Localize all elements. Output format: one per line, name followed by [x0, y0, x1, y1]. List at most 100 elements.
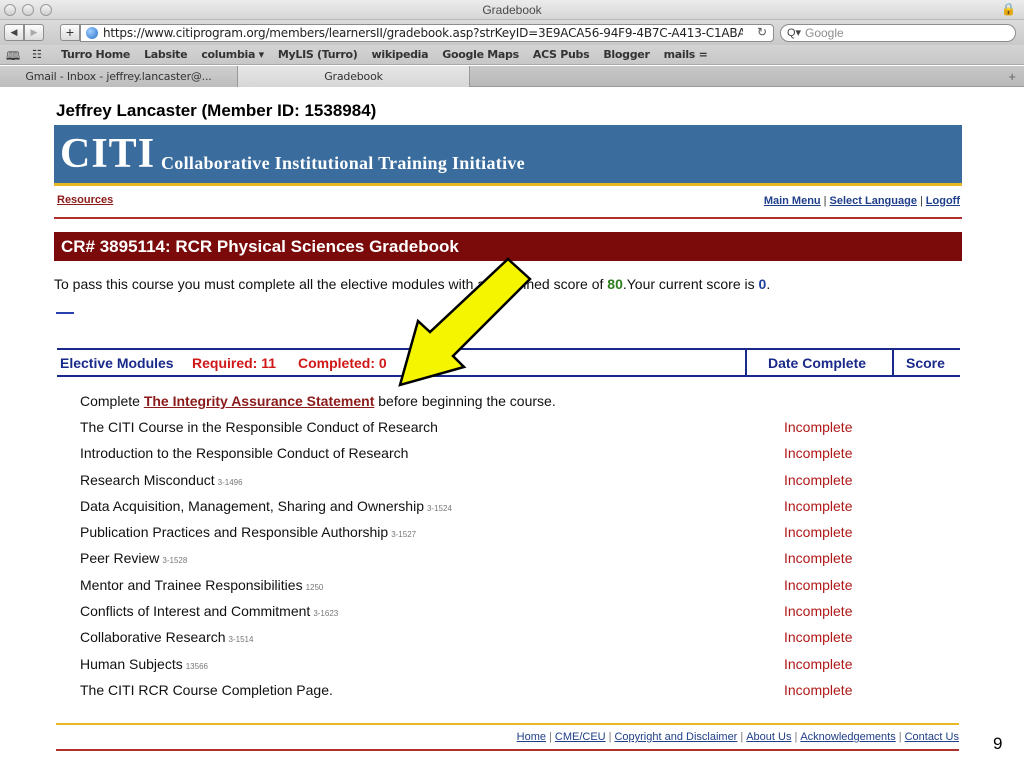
bookmark-item[interactable]: Blogger [603, 48, 650, 61]
module-title[interactable]: The CITI RCR Course Completion Page. [80, 682, 333, 698]
footer-cme-link[interactable]: CME/CEU [555, 731, 606, 743]
module-row[interactable]: Human Subjects 13566 Incomplete [80, 656, 880, 682]
footer-separator: | [898, 731, 902, 743]
module-row[interactable]: Conflicts of Interest and Commitment 3-16… [80, 603, 880, 629]
footer-divider-bottom [56, 749, 959, 751]
module-status: Incomplete [784, 445, 853, 462]
module-name[interactable]: The CITI RCR Course Completion Page. [80, 682, 336, 698]
footer-separator: | [608, 731, 612, 743]
module-title[interactable]: Human Subjects [80, 656, 183, 672]
nav-separator: | [919, 195, 923, 207]
module-row[interactable]: Collaborative Research 3-1514 Incomplete [80, 629, 880, 655]
bookmark-item[interactable]: Labsite [144, 48, 188, 61]
bookmarks-list: Turro Home Labsite columbia ▾ MyLIS (Tur… [61, 48, 722, 61]
back-arrow-icon: ◀ [10, 27, 18, 37]
collapse-link[interactable] [56, 312, 74, 314]
address-bar[interactable]: https://www.citiprogram.org/members/lear… [80, 24, 774, 42]
globe-icon [86, 27, 98, 39]
module-name[interactable]: The CITI Course in the Responsible Condu… [80, 419, 441, 435]
bookmark-item[interactable]: Turro Home [61, 48, 130, 61]
module-title[interactable]: Data Acquisition, Management, Sharing an… [80, 498, 424, 514]
required-score: 80 [607, 276, 623, 292]
column-divider [745, 350, 747, 375]
module-title[interactable]: Conflicts of Interest and Commitment [80, 603, 310, 619]
logoff-link[interactable]: Logoff [926, 195, 960, 207]
tab-gmail[interactable]: Gmail - Inbox - jeffrey.lancaster@... [0, 66, 238, 87]
module-name[interactable]: Research Misconduct 3-1496 [80, 472, 243, 488]
slide-number: 9 [993, 734, 1003, 753]
footer-contact-link[interactable]: Contact Us [905, 731, 959, 743]
window-title: Gradebook [482, 3, 542, 17]
module-id: 13566 [185, 661, 208, 671]
module-name[interactable]: Mentor and Trainee Responsibilities 1250 [80, 577, 323, 593]
reload-icon[interactable]: ↻ [757, 25, 767, 39]
book-icon[interactable]: 🕮 [6, 47, 20, 68]
module-status: Incomplete [784, 497, 853, 514]
citi-logo-subtitle: Collaborative Institutional Training Ini… [161, 153, 525, 173]
module-row[interactable]: The CITI Course in the Responsible Condu… [80, 419, 880, 445]
module-name[interactable]: Peer Review 3-1528 [80, 550, 187, 566]
module-name[interactable]: Conflicts of Interest and Commitment 3-16… [80, 603, 338, 619]
module-row[interactable]: Research Misconduct 3-1496 Incomplete [80, 472, 880, 498]
module-row[interactable]: Mentor and Trainee Responsibilities 1250 … [80, 577, 880, 603]
footer-separator: | [740, 731, 744, 743]
module-id: 1250 [305, 582, 324, 592]
top-nav: Main Menu | Select Language | Logoff [764, 195, 960, 207]
banner-divider [54, 183, 962, 186]
module-title[interactable]: Peer Review [80, 550, 159, 566]
back-button[interactable]: ◀ [4, 24, 24, 41]
module-title[interactable]: The CITI Course in the Responsible Condu… [80, 419, 438, 435]
footer-copyright-link[interactable]: Copyright and Disclaimer [614, 731, 737, 743]
module-status: Incomplete [784, 576, 853, 593]
bookmark-item[interactable]: mails = [664, 48, 708, 61]
module-title[interactable]: Research Misconduct [80, 472, 215, 488]
lock-icon: 🔒 [1001, 2, 1016, 16]
bookmark-item[interactable]: MyLIS (Turro) [278, 48, 358, 61]
footer-separator: | [794, 731, 798, 743]
module-name[interactable]: Publication Practices and Responsible Au… [80, 524, 416, 540]
bookmark-item[interactable]: Google Maps [442, 48, 519, 61]
integrity-assurance-link[interactable]: The Integrity Assurance Statement [144, 393, 375, 409]
module-name[interactable]: Introduction to the Responsible Conduct … [80, 445, 411, 461]
module-id: 3-1496 [217, 477, 243, 487]
module-row[interactable]: The CITI RCR Course Completion Page. Inc… [80, 682, 880, 708]
module-name[interactable]: Collaborative Research 3-1514 [80, 629, 253, 645]
module-status: Incomplete [784, 419, 853, 435]
gradebook-title: CR# 3895114: RCR Physical Sciences Grade… [61, 237, 459, 256]
required-count: Required: 11 [192, 355, 277, 371]
new-tab-plus-icon[interactable]: + [1008, 69, 1016, 84]
footer-about-link[interactable]: About Us [746, 731, 791, 743]
add-bookmark-button[interactable]: + [60, 24, 80, 41]
bookmark-item[interactable]: ACS Pubs [533, 48, 590, 61]
footer-home-link[interactable]: Home [517, 731, 546, 743]
forward-arrow-icon: ▶ [30, 27, 38, 37]
bookmark-item[interactable]: columbia ▾ [201, 48, 264, 61]
module-title[interactable]: Mentor and Trainee Responsibilities [80, 577, 303, 593]
module-row[interactable]: Peer Review 3-1528 Incomplete [80, 550, 880, 576]
module-row[interactable]: Data Acquisition, Management, Sharing an… [80, 498, 880, 524]
window-titlebar: Gradebook 🔒 [0, 0, 1024, 20]
magnifier-icon: Q▾ [787, 27, 802, 39]
forward-button[interactable]: ▶ [24, 24, 44, 41]
pass-text-middle: .Your current score is [622, 276, 759, 292]
module-status: Incomplete [784, 603, 853, 620]
module-name[interactable]: Human Subjects 13566 [80, 656, 208, 672]
module-title[interactable]: Publication Practices and Responsible Au… [80, 524, 388, 540]
resources-link[interactable]: Resources [57, 194, 113, 206]
module-row[interactable]: Publication Practices and Responsible Au… [80, 524, 880, 550]
module-status: Incomplete [784, 655, 853, 672]
bookmark-item[interactable]: wikipedia [372, 48, 429, 61]
grid-icon[interactable]: ☷ [32, 48, 42, 61]
citi-banner: CITI Collaborative Institutional Trainin… [54, 125, 962, 183]
module-title[interactable]: Collaborative Research [80, 629, 226, 645]
select-language-link[interactable]: Select Language [830, 195, 917, 207]
tab-gradebook[interactable]: Gradebook [238, 66, 470, 87]
footer-acknowledgements-link[interactable]: Acknowledgements [800, 731, 895, 743]
tab-bar: Gmail - Inbox - jeffrey.lancaster@... Gr… [0, 66, 1024, 87]
main-menu-link[interactable]: Main Menu [764, 195, 821, 207]
module-name[interactable]: Data Acquisition, Management, Sharing an… [80, 498, 452, 514]
module-title[interactable]: Introduction to the Responsible Conduct … [80, 445, 408, 461]
module-row[interactable]: Introduction to the Responsible Conduct … [80, 445, 880, 471]
url-text[interactable]: https://www.citiprogram.org/members/lear… [103, 26, 743, 40]
search-field[interactable]: Q▾ Google [780, 24, 1016, 42]
